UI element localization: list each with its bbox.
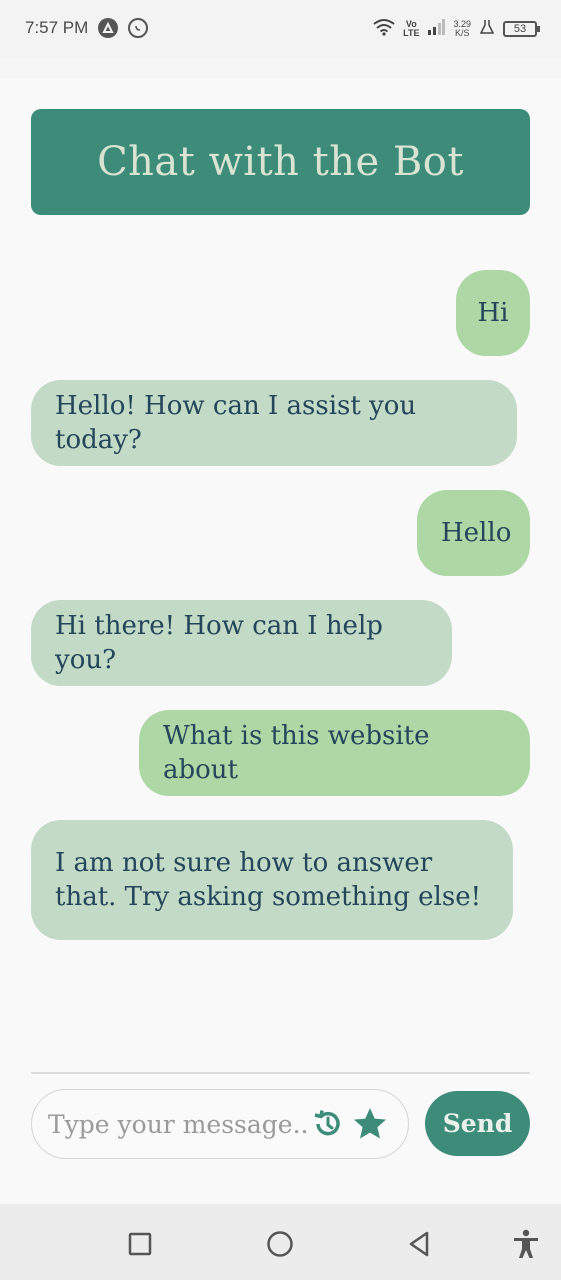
system-navigation-bar <box>0 1204 561 1280</box>
composer-divider <box>31 1072 530 1074</box>
accessibility-icon[interactable] <box>508 1226 544 1262</box>
notification-app-icon <box>98 18 118 38</box>
battery-indicator: 53 <box>503 21 540 37</box>
volte-indicator: Vo LTE <box>403 19 420 38</box>
whatsapp-icon <box>128 18 148 38</box>
message-text: Hi <box>477 298 509 328</box>
home-icon[interactable] <box>262 1226 298 1262</box>
message-composer <box>31 1089 409 1159</box>
message-text: What is this website about <box>163 721 430 785</box>
status-indicators: Vo LTE 3.29 K/S 53 <box>373 14 540 44</box>
message-text: Hello! How can I assist you today? <box>55 391 417 455</box>
bot-message-bubble: Hi there! How can I help you? <box>31 600 452 686</box>
status-time: 7:57 PM <box>25 18 89 37</box>
message-input[interactable] <box>48 1104 310 1144</box>
bot-message-bubble: I am not sure how to answer that. Try as… <box>31 820 513 940</box>
chat-app: Chat with the Bot Hi Hello! How can I as… <box>0 78 561 1204</box>
network-speed: 3.29 K/S <box>453 19 471 38</box>
user-message-bubble: Hello <box>417 490 530 576</box>
status-bar: 7:57 PM Vo LTE 3.29 K/S 53 <box>0 0 561 58</box>
user-message-bubble: What is this website about <box>139 710 530 796</box>
back-icon[interactable] <box>401 1226 437 1262</box>
send-button[interactable]: Send <box>425 1091 530 1156</box>
message-text: Hello <box>441 518 512 548</box>
wifi-icon <box>373 18 395 41</box>
recent-apps-icon[interactable] <box>122 1226 158 1262</box>
history-icon[interactable] <box>310 1106 346 1142</box>
page-title: Chat with the Bot <box>97 139 464 185</box>
message-text: Hi there! How can I help you? <box>55 611 383 675</box>
message-text: I am not sure how to answer that. Try as… <box>55 848 482 912</box>
bot-message-bubble: Hello! How can I assist you today? <box>31 380 517 466</box>
chat-header: Chat with the Bot <box>31 109 530 215</box>
user-message-bubble: Hi <box>456 270 530 356</box>
signal-icon <box>427 18 446 40</box>
star-icon[interactable] <box>352 1106 388 1142</box>
lab-flask-icon <box>479 19 495 40</box>
